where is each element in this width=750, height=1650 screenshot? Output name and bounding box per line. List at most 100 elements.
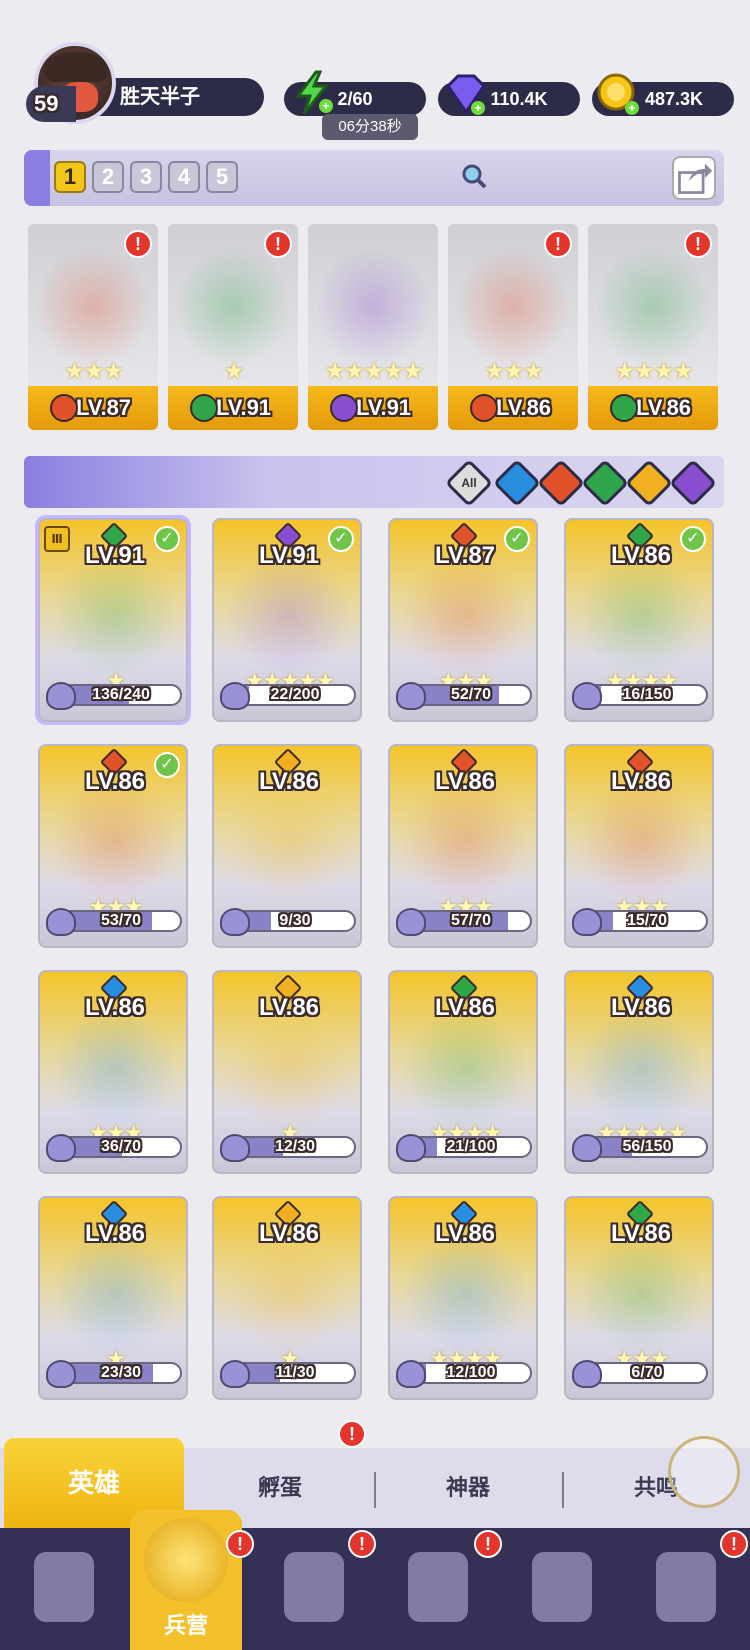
element-filter-bar: All bbox=[24, 456, 724, 508]
hero-card[interactable]: LV.86 ★ 11/30 bbox=[212, 1196, 362, 1400]
shard-progress-text: 16/150 bbox=[622, 686, 672, 703]
hero-level: LV.86 bbox=[434, 1220, 496, 1247]
shard-icon bbox=[220, 1134, 250, 1162]
nav-guild-button[interactable] bbox=[638, 1542, 734, 1638]
nav-book-button[interactable] bbox=[266, 1542, 362, 1638]
hero-card[interactable]: ✓ LV.86 ★★★★ 16/150 bbox=[564, 518, 714, 722]
team-hero-card[interactable]: ★★★★ LV.86! bbox=[588, 224, 718, 430]
tab-artifacts[interactable]: 神器 bbox=[378, 1448, 558, 1528]
shard-progress-bar: 11/30 bbox=[234, 1362, 356, 1384]
shard-icon bbox=[572, 1360, 602, 1388]
filter-wind-icon[interactable] bbox=[580, 458, 630, 508]
element-icon bbox=[330, 394, 358, 422]
hero-level: LV.86 bbox=[84, 1220, 146, 1247]
team-hero-card[interactable]: ★★★ LV.87! bbox=[28, 224, 158, 430]
team-hero-card[interactable]: ★★★ LV.86! bbox=[448, 224, 578, 430]
shard-icon bbox=[46, 1360, 76, 1388]
guild-shield-icon bbox=[656, 1552, 716, 1622]
hero-level: LV.87 bbox=[28, 386, 158, 430]
hero-card[interactable]: LV.86 ★★★ 57/70 bbox=[388, 744, 538, 948]
filter-light-icon[interactable] bbox=[624, 458, 674, 508]
shard-progress-text: 6/70 bbox=[631, 1364, 663, 1381]
nav-cards-button[interactable] bbox=[16, 1542, 112, 1638]
floating-ring-button[interactable] bbox=[668, 1436, 740, 1508]
hero-card[interactable]: LV.86 ★★★ 15/70 bbox=[564, 744, 714, 948]
shard-icon bbox=[572, 682, 602, 710]
hero-level: LV.86 bbox=[258, 1220, 320, 1247]
shard-icon bbox=[572, 908, 602, 936]
hero-level: LV.86 bbox=[610, 994, 672, 1021]
element-icon bbox=[190, 394, 218, 422]
svg-text:+: + bbox=[322, 99, 329, 113]
nav-barracks-button[interactable]: 兵营 bbox=[130, 1510, 242, 1650]
team-bar: 1 2 3 4 5 bbox=[24, 150, 724, 206]
shard-icon bbox=[396, 682, 426, 710]
shard-progress-text: 9/30 bbox=[279, 912, 311, 929]
hero-stars: ★★★ bbox=[63, 358, 125, 385]
hero-alert-badge: ! bbox=[544, 230, 572, 258]
svg-text:+: + bbox=[628, 101, 635, 115]
hero-stars: ★ bbox=[223, 358, 245, 385]
hatch-alert-badge: ! bbox=[338, 1420, 366, 1448]
hero-level: LV.86 bbox=[610, 768, 672, 795]
barracks-icon bbox=[144, 1518, 228, 1602]
shard-icon bbox=[396, 1134, 426, 1162]
hero-level: LV.86 bbox=[84, 994, 146, 1021]
share-icon[interactable] bbox=[672, 156, 716, 200]
hero-card[interactable]: ✓ LV.91 ★★★★★ 22/200 bbox=[212, 518, 362, 722]
search-icon[interactable] bbox=[460, 162, 488, 190]
hero-alert-badge: ! bbox=[684, 230, 712, 258]
shard-progress-text: 52/70 bbox=[450, 686, 492, 703]
shard-progress-text: 21/100 bbox=[446, 1138, 496, 1155]
player-level: 59 bbox=[26, 86, 76, 122]
hero-card[interactable]: LV.86 ★ 12/30 bbox=[212, 970, 362, 1174]
cards-icon bbox=[34, 1552, 94, 1622]
filter-dark-icon[interactable] bbox=[668, 458, 718, 508]
hero-stars: ★★★ bbox=[483, 358, 545, 385]
element-icon bbox=[470, 394, 498, 422]
nav-mushroom-button[interactable] bbox=[514, 1542, 610, 1638]
shard-progress-text: 136/240 bbox=[92, 686, 150, 703]
shard-progress-text: 56/150 bbox=[622, 1138, 672, 1155]
shard-progress-bar: 23/30 bbox=[60, 1362, 182, 1384]
hero-card[interactable]: LV.86 ★ 23/30 bbox=[38, 1196, 188, 1400]
shard-progress-bar: 53/70 bbox=[60, 910, 182, 932]
stamina-timer: 06分38秒 bbox=[322, 114, 418, 140]
hero-card[interactable]: LV.86 9/30 bbox=[212, 744, 362, 948]
hero-level: LV.86 bbox=[434, 768, 496, 795]
hero-card[interactable]: LV.86 ★★★★ 12/100 bbox=[388, 1196, 538, 1400]
hero-card[interactable]: ✓ LV.87 ★★★ 52/70 bbox=[388, 518, 538, 722]
filter-water-icon[interactable] bbox=[492, 458, 542, 508]
hero-level: LV.86 bbox=[258, 994, 320, 1021]
sub-tab-bar: 英雄 孵蛋 神器 共鸣 bbox=[0, 1438, 750, 1528]
hero-level: LV.91 bbox=[168, 386, 298, 430]
diamond-icon: + bbox=[446, 74, 486, 115]
filter-fire-icon[interactable] bbox=[536, 458, 586, 508]
hero-level: LV.86 bbox=[258, 768, 320, 795]
hero-card[interactable]: LV.86 ★★★ 6/70 bbox=[564, 1196, 714, 1400]
shard-progress-bar: 52/70 bbox=[410, 684, 532, 706]
hero-card[interactable]: LV.86 ★★★★★ 56/150 bbox=[564, 970, 714, 1174]
hero-card[interactable]: LV.86 ★★★★ 21/100 bbox=[388, 970, 538, 1174]
hero-level: LV.86 bbox=[448, 386, 578, 430]
nav-alert-badge: ! bbox=[474, 1530, 502, 1558]
filter-all-button[interactable]: All bbox=[444, 458, 494, 508]
hero-card[interactable]: ✓ LV.86 ★★★ 53/70 bbox=[38, 744, 188, 948]
team-tab-1[interactable]: 1 bbox=[54, 161, 86, 193]
team-hero-card[interactable]: ★★★★★ LV.91 bbox=[308, 224, 438, 430]
team-tab-3[interactable]: 3 bbox=[130, 161, 162, 193]
hero-card[interactable]: ✓ Ⅲ LV.91 ★ 136/240 bbox=[35, 515, 191, 725]
nav-shop-button[interactable] bbox=[390, 1542, 486, 1638]
shard-progress-text: 36/70 bbox=[100, 1138, 142, 1155]
shard-progress-bar: 6/70 bbox=[586, 1362, 708, 1384]
team-tab-2[interactable]: 2 bbox=[92, 161, 124, 193]
team-hero-card[interactable]: ★ LV.91! bbox=[168, 224, 298, 430]
hero-card[interactable]: LV.86 ★★★ 36/70 bbox=[38, 970, 188, 1174]
hero-level: LV.87 bbox=[434, 542, 496, 569]
shard-progress-bar: 36/70 bbox=[60, 1136, 182, 1158]
shard-progress-bar: 21/100 bbox=[410, 1136, 532, 1158]
team-tab-5[interactable]: 5 bbox=[206, 161, 238, 193]
team-tab-4[interactable]: 4 bbox=[168, 161, 200, 193]
shard-icon bbox=[46, 1134, 76, 1162]
shard-progress-bar: 9/30 bbox=[234, 910, 356, 932]
